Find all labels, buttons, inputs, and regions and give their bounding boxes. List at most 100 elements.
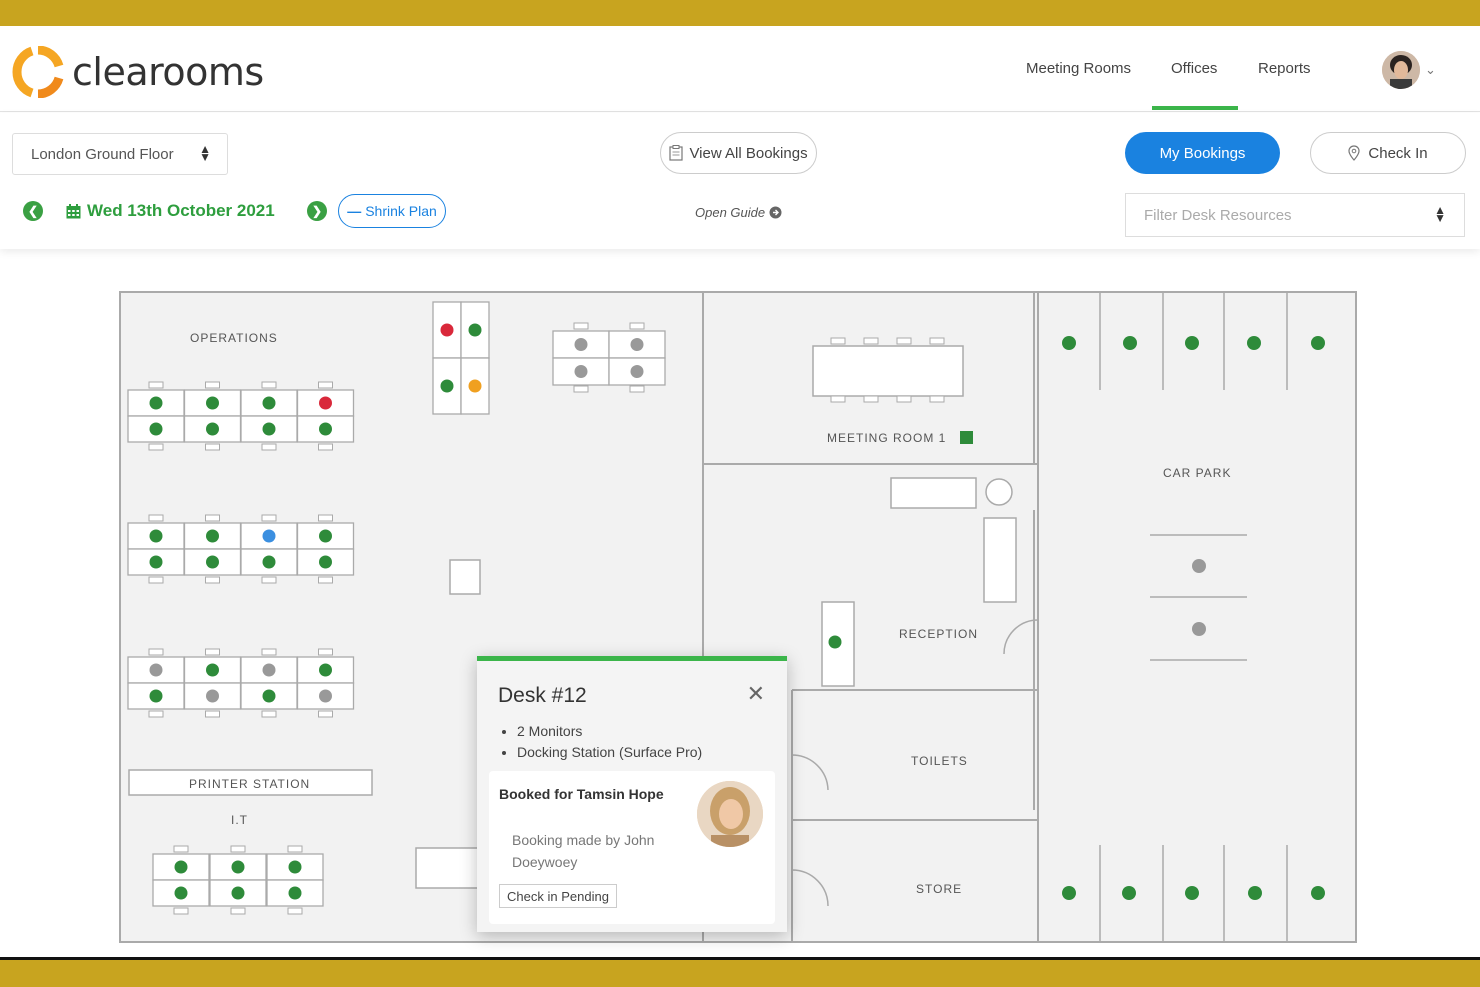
reception-desk-status-dot[interactable]: [828, 635, 842, 649]
parking-space-dot[interactable]: [1185, 886, 1199, 900]
parking-space-dot[interactable]: [1122, 886, 1136, 900]
desk-features-list: 2 Monitors Docking Station (Surface Pro): [517, 723, 702, 765]
app-window: clearooms Meeting Rooms Offices Reports …: [0, 26, 1480, 957]
desk-status-dot[interactable]: [262, 555, 276, 569]
parking-space-dot[interactable]: [1185, 336, 1199, 350]
desk-status-dot[interactable]: [231, 886, 245, 900]
desk-feature: Docking Station (Surface Pro): [517, 744, 702, 760]
nav-offices[interactable]: Offices: [1171, 60, 1217, 77]
desk-status-dot[interactable]: [319, 555, 332, 569]
desk-status-dot[interactable]: [440, 379, 454, 393]
current-date[interactable]: Wed 13th October 2021: [66, 201, 275, 221]
desk-status-dot[interactable]: [174, 860, 188, 874]
chair: [318, 576, 333, 584]
check-in-pending-badge: Check in Pending: [499, 884, 617, 908]
desk-status-dot[interactable]: [574, 365, 588, 378]
open-guide-link[interactable]: Open Guide: [695, 205, 782, 220]
desk-status-dot[interactable]: [319, 663, 332, 677]
active-tab-indicator: [1152, 106, 1238, 110]
parking-space-dot[interactable]: [1062, 336, 1076, 350]
desk-status-dot[interactable]: [468, 379, 482, 393]
parking-space-dot[interactable]: [1311, 886, 1325, 900]
booked-user-avatar: [697, 781, 763, 847]
desk-status-dot[interactable]: [288, 860, 302, 874]
desk-status-dot[interactable]: [206, 555, 219, 569]
chair: [830, 337, 846, 345]
user-avatar[interactable]: [1382, 51, 1420, 89]
desk-status-dot[interactable]: [262, 663, 276, 677]
desk-status-dot[interactable]: [174, 886, 188, 900]
chair: [261, 381, 277, 389]
desk-status-dot[interactable]: [319, 529, 332, 543]
desk-status-dot[interactable]: [206, 529, 219, 543]
label-meeting-room: MEETING ROOM 1: [827, 431, 946, 445]
desk-status-dot[interactable]: [149, 396, 163, 410]
desk-status-dot[interactable]: [149, 529, 163, 543]
desk-status-dot[interactable]: [440, 323, 454, 337]
parking-space-dot[interactable]: [1192, 559, 1206, 573]
floor-select-value: London Ground Floor: [31, 146, 174, 163]
desk-status-dot[interactable]: [262, 529, 276, 543]
view-all-bookings-button[interactable]: View All Bookings: [660, 132, 817, 174]
desk-status-dot[interactable]: [319, 422, 332, 436]
desk-status-dot[interactable]: [319, 396, 332, 410]
popup-title: Desk #12: [498, 684, 587, 707]
desk-status-dot[interactable]: [206, 422, 219, 436]
previous-day-arrow-icon[interactable]: ❮: [23, 201, 43, 221]
nav-reports[interactable]: Reports: [1258, 60, 1311, 77]
desk-status-dot[interactable]: [206, 689, 219, 703]
filter-placeholder: Filter Desk Resources: [1144, 207, 1292, 224]
desk-status-dot[interactable]: [630, 365, 644, 378]
desk-status-dot[interactable]: [262, 422, 276, 436]
clipboard-icon: [669, 145, 684, 161]
parking-space-dot[interactable]: [1311, 336, 1325, 350]
shrink-plan-button[interactable]: — Shrink Plan: [338, 194, 446, 228]
select-arrows-icon: ▲ ▼: [1434, 203, 1446, 225]
chair: [261, 443, 277, 451]
desk-status-dot[interactable]: [319, 689, 332, 703]
desk-status-dot[interactable]: [206, 396, 219, 410]
parking-space-dot[interactable]: [1247, 336, 1261, 350]
booked-for-text: Booked for Tamsin Hope: [499, 786, 664, 802]
next-day-arrow-icon[interactable]: ❯: [307, 201, 327, 221]
parking-space-dot[interactable]: [1062, 886, 1076, 900]
location-pin-icon: [1348, 145, 1360, 161]
car-park-area: [1037, 291, 1357, 943]
parking-space-dot[interactable]: [1123, 336, 1137, 350]
desk-status-dot[interactable]: [149, 663, 163, 677]
chair: [205, 576, 220, 584]
open-guide-label: Open Guide: [695, 205, 766, 220]
parking-space-dot[interactable]: [1192, 622, 1206, 636]
meeting-room-status[interactable]: [960, 431, 973, 444]
arrow-circle-icon: [769, 206, 782, 219]
chair: [148, 576, 164, 584]
nav-meeting-rooms[interactable]: Meeting Rooms: [1026, 60, 1131, 77]
top-header: clearooms Meeting Rooms Offices Reports …: [0, 26, 1480, 112]
filter-desk-resources-select[interactable]: Filter Desk Resources ▲ ▼: [1125, 193, 1465, 237]
desk-status-dot[interactable]: [149, 689, 163, 703]
close-icon[interactable]: ✕: [747, 681, 765, 707]
desk-status-dot[interactable]: [262, 689, 276, 703]
desk-status-dot[interactable]: [262, 396, 276, 410]
desk-status-dot[interactable]: [149, 422, 163, 436]
chevron-down-icon[interactable]: ⌄: [1425, 62, 1436, 78]
desk-status-dot[interactable]: [288, 886, 302, 900]
floor-select[interactable]: London Ground Floor ▲ ▼: [12, 133, 228, 175]
desk-status-dot[interactable]: [630, 338, 644, 351]
desk-status-dot[interactable]: [149, 555, 163, 569]
clearooms-logo[interactable]: clearooms: [12, 46, 264, 98]
desk-status-dot[interactable]: [574, 338, 588, 351]
reception-table: [985, 478, 1013, 506]
chair: [318, 381, 333, 389]
chair: [287, 907, 303, 915]
chair: [205, 648, 220, 656]
desk-status-dot[interactable]: [468, 323, 482, 337]
chair: [230, 907, 246, 915]
desk-status-dot[interactable]: [231, 860, 245, 874]
desk-status-dot[interactable]: [206, 663, 219, 677]
parking-space-dot[interactable]: [1248, 886, 1262, 900]
my-bookings-button[interactable]: My Bookings: [1125, 132, 1280, 174]
check-in-button[interactable]: Check In: [1310, 132, 1466, 174]
chair: [863, 337, 879, 345]
chair: [573, 322, 589, 330]
